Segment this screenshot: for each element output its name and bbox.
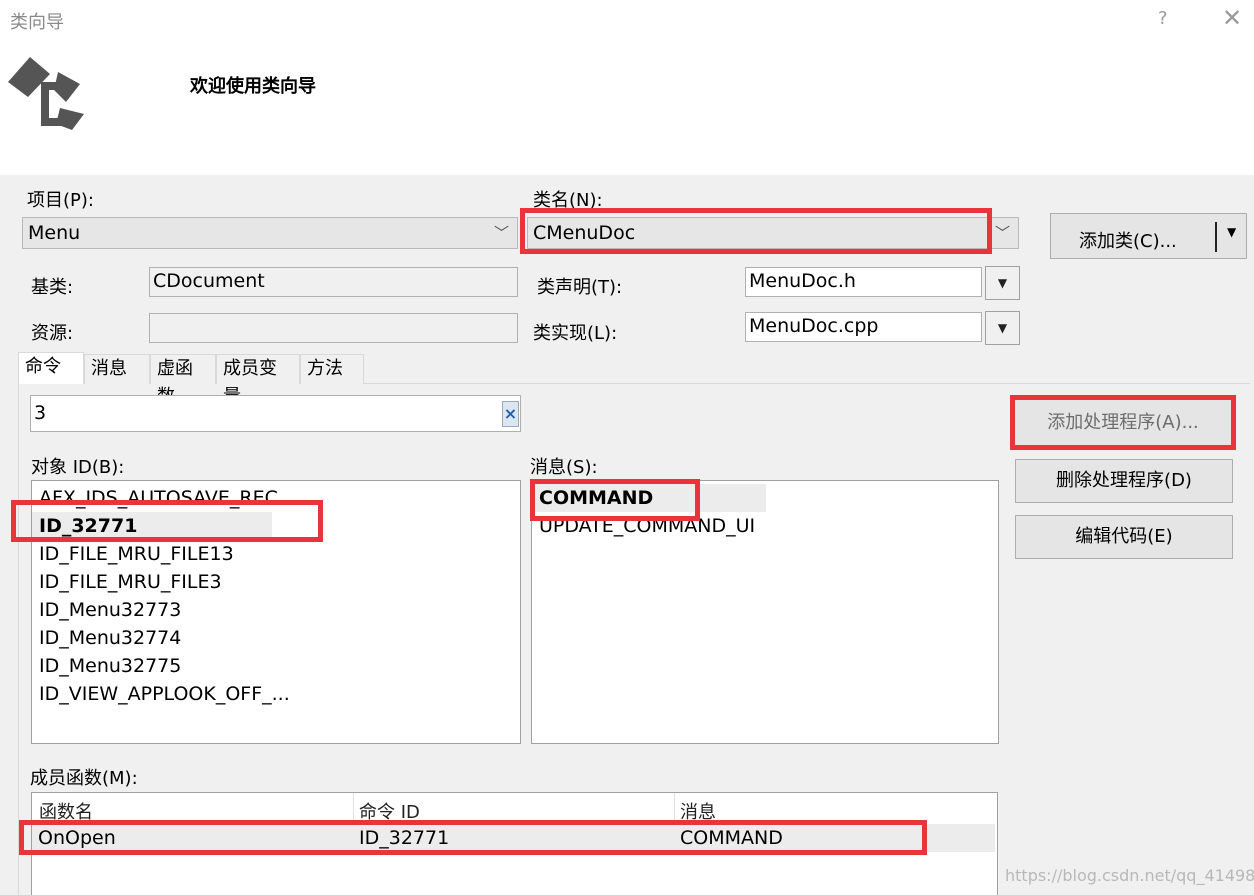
class-impl-field[interactable]: MenuDoc.cpp — [745, 312, 982, 342]
class-impl-label: 类实现(L): — [533, 323, 618, 344]
dropdown-arrow-icon: ▼ — [997, 321, 1008, 335]
resource-label: 资源: — [31, 323, 74, 344]
list-item[interactable]: ID_Menu32775 — [32, 652, 520, 680]
dropdown-arrow-icon: ▼ — [997, 276, 1008, 290]
project-combo[interactable]: Menu ﹀ — [22, 217, 518, 249]
clear-search-icon[interactable]: × — [502, 401, 519, 427]
base-label: 基类: — [31, 277, 74, 298]
list-item[interactable]: ID_FILE_MRU_FILE13 — [32, 540, 520, 568]
messages-label: 消息(S): — [530, 457, 598, 478]
tab-virtual-functions[interactable]: 虚函数 — [150, 354, 216, 407]
tab-messages[interactable]: 消息 — [84, 354, 150, 384]
highlight-box — [11, 500, 323, 542]
delete-handler-button[interactable]: 删除处理程序(D) — [1015, 459, 1233, 503]
class-decl-dropdown[interactable]: ▼ — [985, 266, 1020, 300]
class-wizard-icon — [8, 57, 84, 130]
objects-label: 对象 ID(B): — [31, 457, 125, 478]
add-class-button[interactable]: 添加类(C)... ▼ — [1050, 213, 1247, 259]
tab-methods[interactable]: 方法 — [300, 354, 364, 384]
base-field: CDocument — [149, 267, 518, 297]
search-input[interactable]: 3 — [30, 395, 521, 432]
resource-field — [149, 313, 518, 343]
dropdown-arrow-icon[interactable]: ▼ — [1227, 225, 1236, 239]
tab-member-variables[interactable]: 成员变量 — [216, 354, 300, 407]
window-title: 类向导 — [10, 12, 64, 33]
highlight-box — [520, 208, 992, 254]
project-label: 项目(P): — [27, 190, 94, 211]
list-item[interactable]: ID_VIEW_APPLOOK_OFF_... — [32, 680, 520, 708]
list-item[interactable]: ID_FILE_MRU_FILE3 — [32, 568, 520, 596]
chevron-down-icon: ﹀ — [493, 224, 509, 242]
welcome-title: 欢迎使用类向导 — [190, 76, 316, 97]
list-item[interactable]: ID_Menu32774 — [32, 624, 520, 652]
members-label: 成员函数(M): — [30, 768, 138, 789]
close-icon[interactable]: ✕ — [1222, 4, 1242, 32]
help-icon[interactable]: ? — [1158, 8, 1168, 29]
highlight-box — [530, 479, 700, 521]
edit-code-button[interactable]: 编辑代码(E) — [1015, 515, 1233, 559]
watermark: https://blog.csdn.net/qq_41498261 — [1005, 866, 1254, 885]
highlight-box — [19, 820, 927, 855]
chevron-down-icon: ﹀ — [994, 224, 1010, 242]
class-impl-dropdown[interactable]: ▼ — [985, 311, 1020, 345]
tab-commands[interactable]: 命令 — [18, 352, 84, 384]
title-bar — [0, 0, 1254, 40]
class-decl-label: 类声明(T): — [537, 277, 623, 298]
class-decl-field[interactable]: MenuDoc.h — [745, 267, 982, 297]
highlight-box — [1010, 395, 1236, 450]
project-value: Menu — [28, 222, 81, 244]
list-item[interactable]: ID_Menu32773 — [32, 596, 520, 624]
wizard-header — [0, 40, 1254, 175]
